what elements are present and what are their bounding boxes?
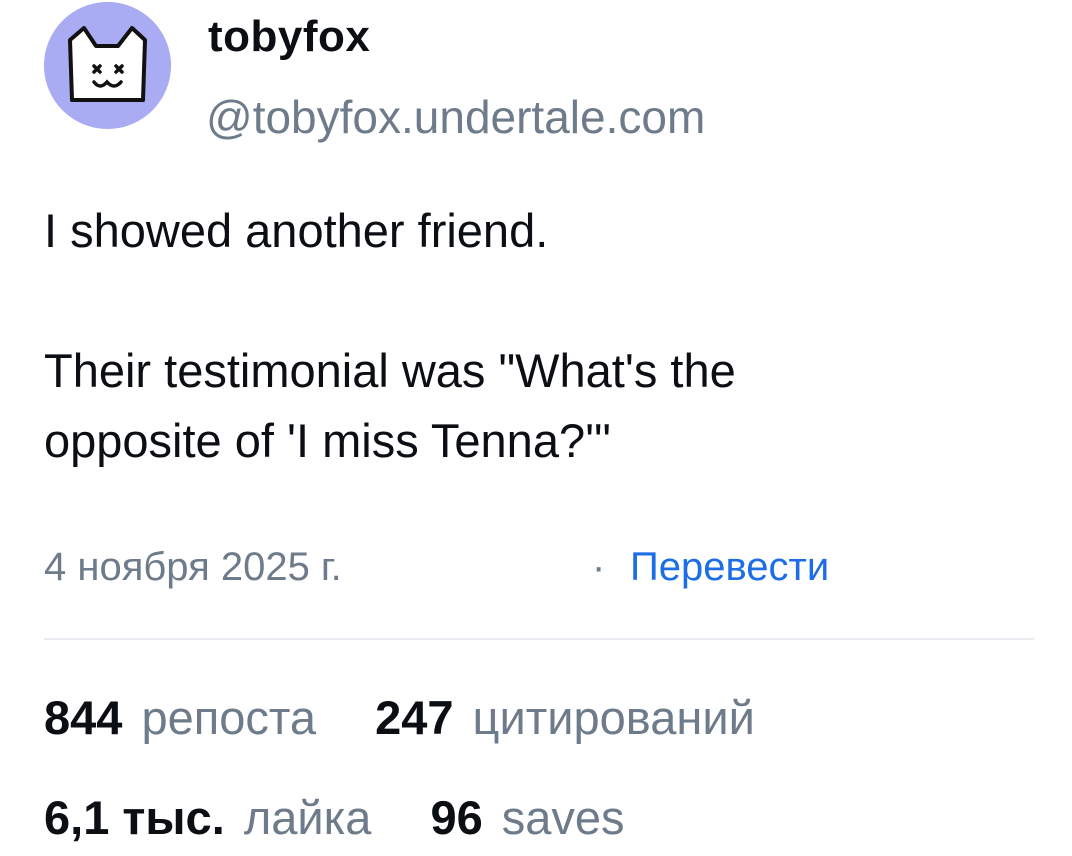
- likes-stat[interactable]: 6,1 тыс. лайка: [44, 790, 371, 845]
- author-avatar[interactable]: [44, 2, 171, 129]
- post-text: I showed another friend. Their testimoni…: [44, 196, 1034, 476]
- reposts-label: репоста: [141, 691, 316, 744]
- quotes-label: цитирований: [472, 691, 755, 744]
- post-text-line: Their testimonial was "What's the: [44, 344, 736, 397]
- saves-label: saves: [501, 791, 625, 844]
- post-text-line: I showed another friend.: [44, 204, 549, 257]
- cat-face-icon: [44, 2, 171, 129]
- stats-row-likes: 6,1 тыс. лайка 96 saves: [44, 790, 671, 850]
- author-handle[interactable]: @tobyfox.undertale.com: [206, 90, 705, 144]
- post-text-line: opposite of 'I miss Tenna?'": [44, 414, 611, 467]
- divider: [44, 638, 1034, 640]
- meta-separator: ·: [592, 545, 606, 589]
- post-meta: 4 ноября 2025 г. · Перевести: [44, 545, 1034, 605]
- likes-label: лайка: [243, 791, 372, 844]
- stats-row-engagement: 844 репоста 247 цитирований: [44, 690, 801, 750]
- quotes-count: 247: [375, 691, 454, 744]
- quotes-stat[interactable]: 247 цитирований: [375, 690, 755, 745]
- post-detail: tobyfox @tobyfox.undertale.com I showed …: [0, 0, 1072, 856]
- translate-link[interactable]: Перевести: [630, 545, 829, 590]
- reposts-stat[interactable]: 844 репоста: [44, 690, 316, 745]
- likes-count: 6,1 тыс.: [44, 791, 225, 844]
- reposts-count: 844: [44, 691, 123, 744]
- saves-stat[interactable]: 96 saves: [430, 790, 624, 845]
- saves-count: 96: [430, 791, 483, 844]
- post-date: 4 ноября 2025 г.: [44, 545, 342, 589]
- author-display-name[interactable]: tobyfox: [208, 12, 370, 62]
